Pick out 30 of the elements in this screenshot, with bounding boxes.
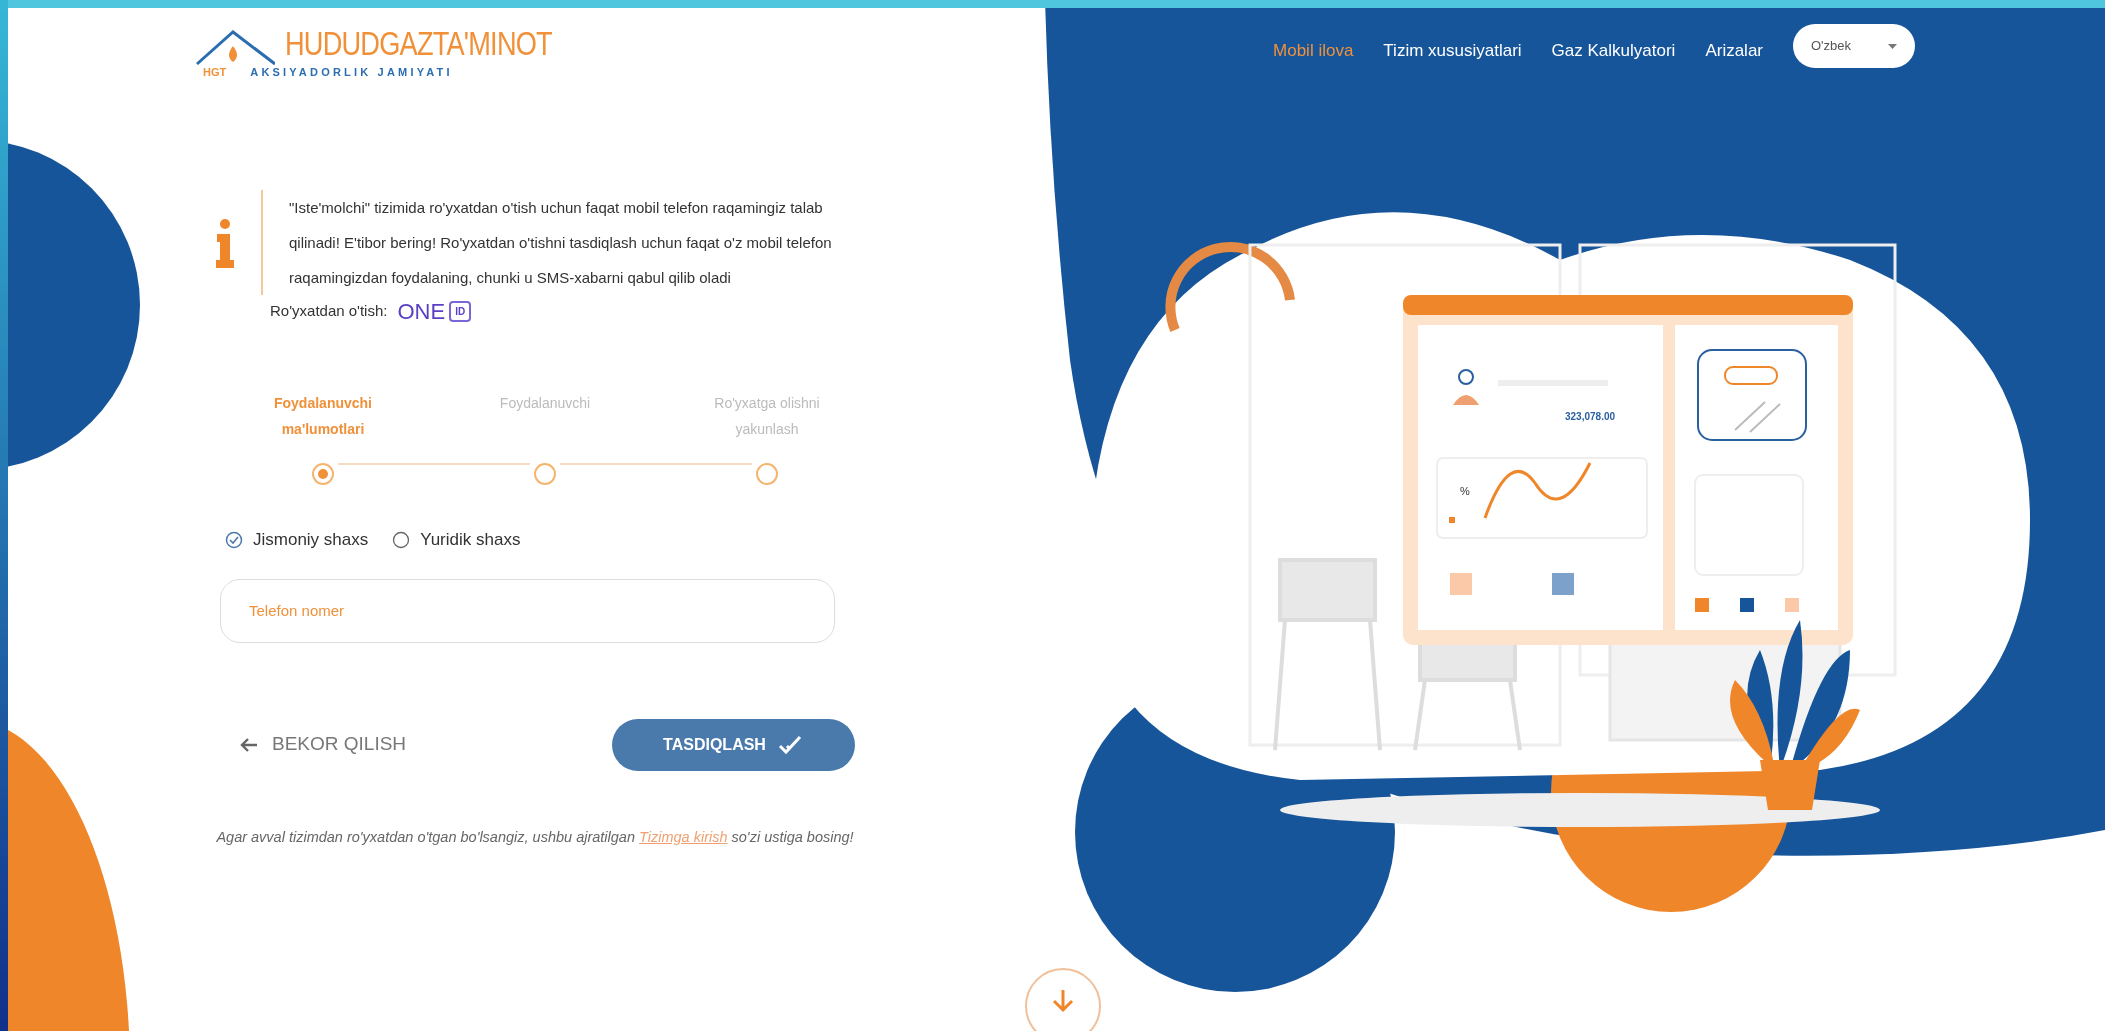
- down-arrow-icon: [1052, 988, 1074, 1014]
- step-label: Foydalanuvchi ma'lumotlari: [273, 394, 373, 439]
- step-indicator[interactable]: [756, 463, 778, 485]
- step-label: Ro'yxatga olishni yakunlash: [713, 394, 821, 439]
- info-text: "Iste'molchi" tizimida ro'yxatdan o'tish uchun faqat mobil telefon raqamingiz talab qilinadi! E'tibor bering! Ro'yxatdan o'tishni tasdiqlash uchun faqat o'z mobil telefon raqamingizdan foydalaning, chunki u SMS-xabarni qabul qilib oladi: [261, 190, 851, 295]
- left-arrow-icon: [240, 736, 258, 753]
- caret-icon: [1888, 43, 1897, 49]
- language-select[interactable]: O'zbek: [1793, 24, 1915, 68]
- footer-note: Agar avval tizimdan ro'yxatdan o'tgan bo'lsangiz, ushbu ajratilgan Tizimga kirish so'zi ustiga bosing!: [215, 827, 855, 847]
- step-indicator[interactable]: [534, 463, 556, 485]
- nav-link[interactable]: Tizim xususiyatlari: [1383, 38, 1522, 64]
- logo-mark: HGT: [203, 64, 227, 80]
- nav-link[interactable]: Gaz Kalkulyatori: [1551, 38, 1676, 64]
- oneid-link[interactable]: ONE ID: [397, 295, 472, 328]
- logo-subtitle: AKSIYADORLIK JAMIYATI: [250, 64, 453, 80]
- step-label: Foydalanuvchi: [498, 394, 592, 413]
- cancel-button[interactable]: BEKOR QILISH: [240, 718, 407, 771]
- percent-text: %: [1460, 485, 1470, 497]
- phone-field[interactable]: Telefon nomer: [220, 578, 835, 643]
- confirm-button[interactable]: TASDIQLASH: [612, 718, 855, 771]
- person-type-radio[interactable]: Jismoniy shaxs: [225, 527, 369, 553]
- scroll-down-button[interactable]: [1025, 968, 1101, 1031]
- logo-title: HUDUDGAZTA'MINOT: [285, 25, 552, 60]
- register-label: Ro'yxatdan o'tish:: [270, 301, 388, 322]
- nav-link[interactable]: Arizalar: [1705, 38, 1763, 64]
- double-check-icon: [777, 734, 804, 755]
- person-type-radio[interactable]: Yuridik shaxs: [392, 527, 521, 553]
- step-indicator[interactable]: [312, 463, 334, 485]
- info-icon: [215, 217, 235, 268]
- amount-text: 323,078.00: [1565, 411, 1616, 422]
